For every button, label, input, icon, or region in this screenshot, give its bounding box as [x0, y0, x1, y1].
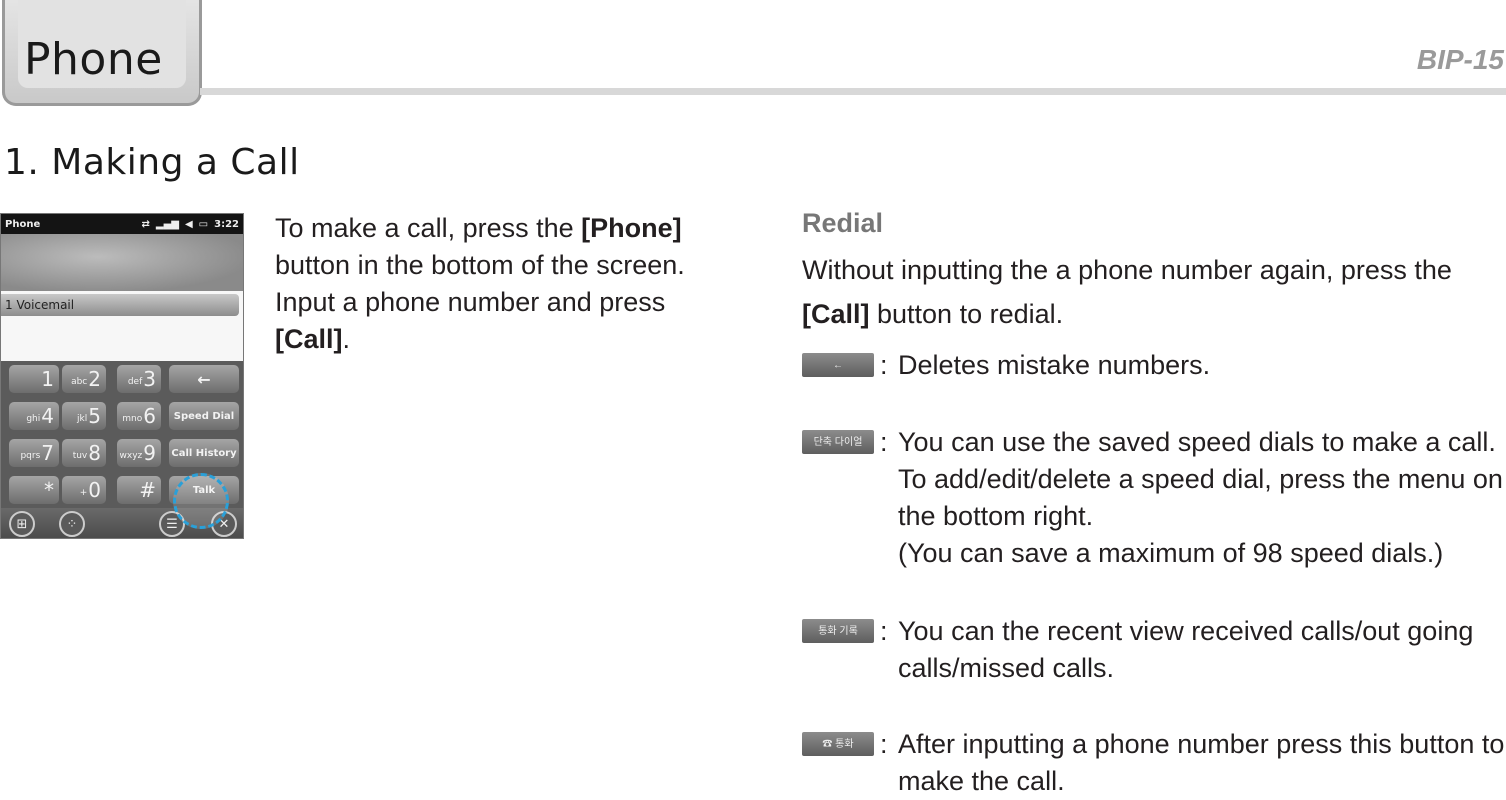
- battery-icon: ▭: [198, 218, 209, 230]
- status-bar: Phone ⇄ ▂▄▆ ◀ ▭ 3:22: [1, 214, 243, 234]
- item-description: After inputting a phone number press thi…: [898, 729, 1505, 796]
- key-6[interactable]: mno 6: [117, 402, 161, 430]
- chapter-title: Phone: [24, 34, 163, 85]
- key-hash[interactable]: #: [117, 476, 161, 504]
- key-1[interactable]: 1: [9, 365, 59, 393]
- status-title: Phone: [5, 218, 41, 230]
- speed-dial-button[interactable]: Speed Dial: [169, 402, 239, 430]
- section-title: 1. Making a Call: [4, 142, 300, 183]
- redial-heading: Redial: [802, 208, 884, 238]
- backspace-button[interactable]: ←: [169, 365, 239, 393]
- item-description: You can use the saved speed dials to mak…: [898, 427, 1503, 531]
- talk-highlight-circle: [173, 473, 229, 529]
- keypad-toggle-icon[interactable]: ⁘: [59, 511, 85, 537]
- voicemail-entry[interactable]: 1 Voicemail: [1, 294, 239, 316]
- backspace-button-icon: ←: [802, 353, 874, 377]
- key-8[interactable]: tuv 8: [62, 439, 106, 467]
- key-3[interactable]: def 3: [117, 365, 161, 393]
- key-5[interactable]: jkl 5: [62, 402, 106, 430]
- key-star[interactable]: *: [9, 476, 59, 504]
- redial-paragraph: Without inputting the a phone number aga…: [802, 255, 1452, 329]
- phone-screenshot: Phone ⇄ ▂▄▆ ◀ ▭ 3:22 1 Voicemail 1 abc 2 …: [0, 213, 244, 539]
- item-note: (You can save a maximum of 98 speed dial…: [898, 538, 1444, 568]
- phone-banner: [1, 234, 243, 291]
- header-divider: [200, 88, 1506, 95]
- windows-start-icon[interactable]: ⊞: [9, 511, 35, 537]
- phone-button-ref: [Phone]: [581, 213, 682, 243]
- call-button-icon: ☎ 통화: [802, 732, 874, 756]
- key-0[interactable]: +0: [62, 476, 106, 504]
- key-4[interactable]: ghi 4: [9, 402, 59, 430]
- signal-icon: ▂▄▆: [155, 218, 179, 230]
- call-history-button-icon: 통화 기록: [802, 619, 874, 643]
- call-button-ref: [Call]: [802, 299, 870, 329]
- call-button-ref: [Call]: [275, 324, 343, 354]
- call-history-button[interactable]: Call History: [169, 439, 239, 467]
- speaker-icon: ◀: [184, 218, 193, 230]
- item-description: You can the recent view received calls/o…: [898, 616, 1474, 683]
- page-id: BIP-15: [1416, 44, 1504, 75]
- intro-paragraph: To make a call, press the [Phone] button…: [275, 213, 685, 354]
- key-9[interactable]: wxyz 9: [117, 439, 161, 467]
- speed-dial-button-icon: 단축 다이얼: [802, 430, 874, 454]
- key-2[interactable]: abc 2: [62, 365, 106, 393]
- item-description: Deletes mistake numbers.: [898, 350, 1211, 380]
- status-time: 3:22: [214, 218, 239, 230]
- sync-icon: ⇄: [141, 218, 150, 230]
- key-7[interactable]: pqrs 7: [9, 439, 59, 467]
